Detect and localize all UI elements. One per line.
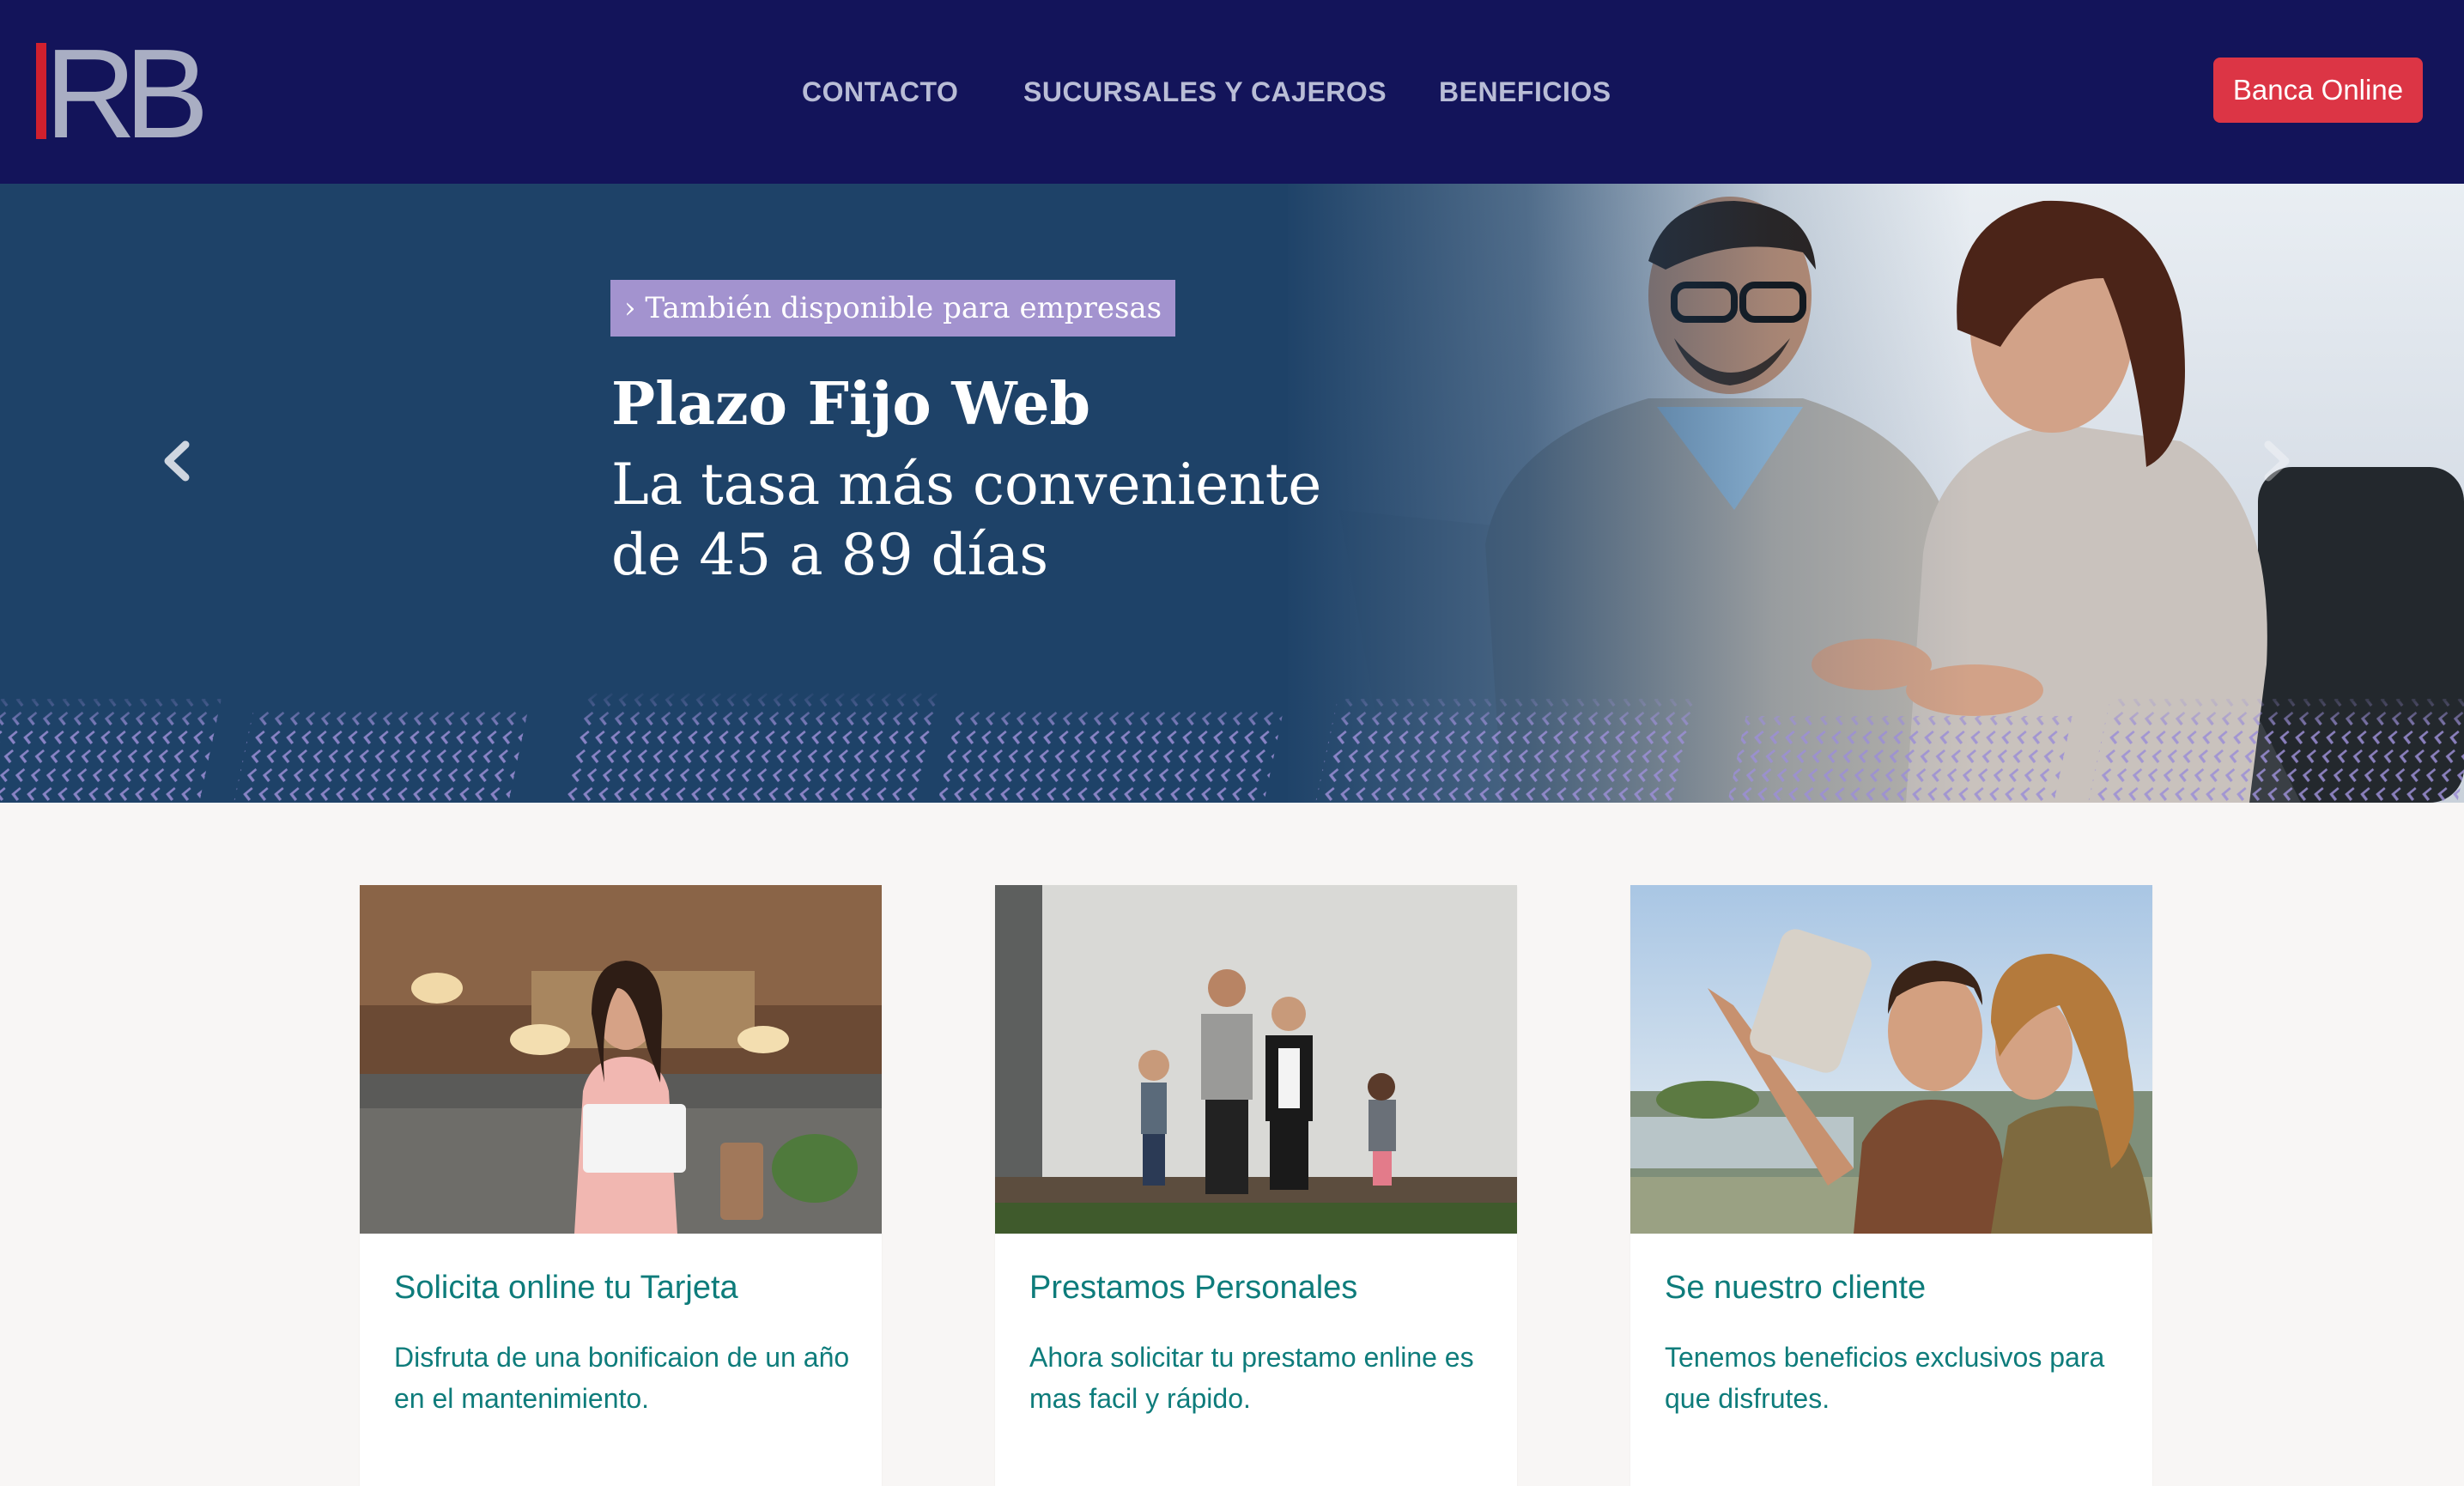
card-cliente[interactable]: Se nuestro cliente Tenemos beneficios ex… (1630, 885, 2152, 1486)
card-image-woman-laptop (360, 885, 882, 1234)
card-text: Ahora solicitar tu prestamo enline es ma… (1029, 1342, 1474, 1414)
card-image-selfie-couple (1630, 885, 2152, 1234)
card-prestamos[interactable]: Prestamos Personales Ahora solicitar tu … (995, 885, 1517, 1486)
card-image-family (995, 885, 1517, 1234)
hero-carousel: › También disponible para empresas Plazo… (0, 184, 2464, 803)
card-title[interactable]: Se nuestro cliente (1665, 1270, 1926, 1307)
nav-beneficios[interactable]: BENEFICIOS (1439, 70, 1611, 113)
nav-contacto[interactable]: CONTACTO (802, 70, 958, 113)
main-nav: CONTACTO SUCURSALES Y CAJEROS BENEFICIOS (0, 0, 2464, 184)
navbar: RB CONTACTO SUCURSALES Y CAJEROS BENEFIC… (0, 0, 2464, 184)
nav-sucursales-y-cajeros[interactable]: SUCURSALES Y CAJEROS (1023, 70, 1387, 113)
hero-title: Plazo Fijo Web (611, 370, 1091, 439)
carousel-prev-icon[interactable] (160, 440, 194, 482)
card-title[interactable]: Solicita online tu Tarjeta (394, 1270, 738, 1307)
carousel-next-icon[interactable] (2260, 440, 2294, 482)
banca-online-button[interactable]: Banca Online (2213, 58, 2423, 123)
card-text: Disfruta de una bonificaion de un año en… (394, 1342, 850, 1414)
card-text: Tenemos beneficios exclusivos para que d… (1665, 1342, 2105, 1414)
card-title[interactable]: Prestamos Personales (1029, 1270, 1357, 1307)
hero-subtitle: La tasa más conveniente de 45 a 89 días (611, 452, 1322, 588)
card-tarjeta[interactable]: Solicita online tu Tarjeta Disfruta de u… (360, 885, 882, 1486)
hero-tag[interactable]: › También disponible para empresas (610, 280, 1176, 337)
chevron-pattern (0, 690, 2464, 803)
